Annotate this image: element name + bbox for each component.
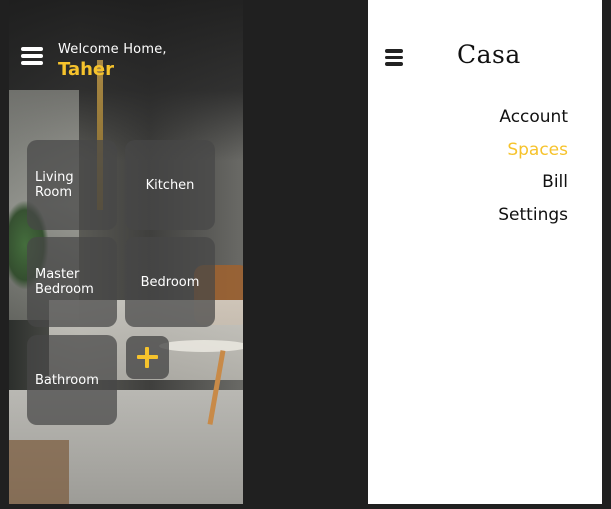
brand-logo: Casa [457, 40, 521, 69]
room-label: Living Room [35, 170, 74, 200]
add-room-button[interactable] [126, 336, 169, 379]
background-table [159, 340, 243, 352]
menu-bar [21, 61, 43, 65]
app-canvas: Welcome Home, Taher Living Room Kitchen … [0, 0, 611, 509]
welcome-text: Welcome Home, [58, 42, 167, 57]
nav-item-settings[interactable]: Settings [498, 199, 568, 232]
room-tile-bathroom[interactable]: Bathroom [27, 335, 117, 425]
hamburger-menu-icon[interactable] [385, 49, 407, 67]
menu-screen: Casa Account Spaces Bill Settings [368, 0, 602, 504]
nav-menu: Account Spaces Bill Settings [498, 101, 568, 231]
menu-bar [385, 55, 403, 59]
hamburger-menu-icon[interactable] [21, 47, 43, 65]
nav-item-spaces[interactable]: Spaces [498, 134, 568, 167]
menu-bar [21, 54, 43, 58]
room-tile-bedroom[interactable]: Bedroom [125, 237, 215, 327]
menu-bar [385, 62, 403, 66]
room-label: Bathroom [35, 372, 99, 388]
user-name: Taher [58, 59, 115, 80]
nav-item-bill[interactable]: Bill [498, 166, 568, 199]
room-tile-living-room[interactable]: Living Room [27, 140, 117, 230]
plus-icon [137, 347, 158, 368]
menu-bar [385, 49, 403, 53]
room-label: Kitchen [145, 177, 195, 193]
room-label: Master Bedroom [35, 267, 94, 297]
room-tile-master-bedroom[interactable]: Master Bedroom [27, 237, 117, 327]
home-screen: Welcome Home, Taher Living Room Kitchen … [9, 0, 243, 504]
room-label: Bedroom [140, 274, 200, 290]
background-floor [9, 440, 69, 504]
menu-bar [21, 47, 43, 51]
nav-item-account[interactable]: Account [498, 101, 568, 134]
room-tile-kitchen[interactable]: Kitchen [125, 140, 215, 230]
